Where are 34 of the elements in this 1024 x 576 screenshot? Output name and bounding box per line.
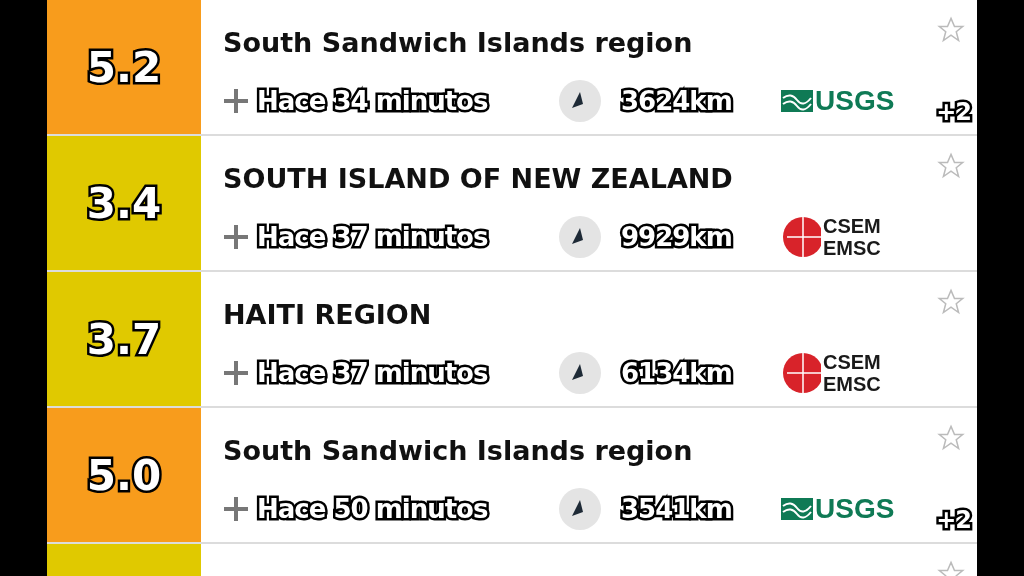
star-icon[interactable] [937, 424, 965, 452]
more-sources-count: +2 [936, 505, 971, 536]
star-icon[interactable] [937, 16, 965, 44]
plus-icon [223, 88, 249, 114]
place-name: South Sandwich Islands region [223, 26, 693, 60]
magnitude-value: 5.0 [86, 449, 162, 502]
place-name: SOUTH ISLAND OF NEW ZEALAND [223, 162, 733, 196]
agency-logo: USGS [781, 495, 895, 523]
distance: 3541km [621, 492, 735, 526]
plus-icon [223, 496, 249, 522]
time-ago: Hace 34 minutos [257, 84, 491, 118]
agency-logo: CSEM EMSC [781, 349, 881, 397]
distance: 9929km [621, 220, 735, 254]
magnitude-value: 3.7 [86, 313, 162, 366]
star-icon[interactable] [937, 288, 965, 316]
distance: 3624km [621, 84, 735, 118]
compass-icon [559, 488, 601, 530]
plus-icon [223, 360, 249, 386]
agency-logo: USGS [781, 87, 895, 115]
distance: 6134km [621, 356, 735, 390]
compass-icon [559, 80, 601, 122]
time-ago: Hace 37 minutos [257, 356, 491, 390]
place-name: HAITI REGION [223, 298, 432, 332]
agency-logo: CSEM EMSC [781, 213, 881, 261]
more-sources-count: +2 [936, 97, 971, 128]
compass-icon [559, 352, 601, 394]
plus-icon [223, 224, 249, 250]
compass-icon [559, 216, 601, 258]
place-name: South Sandwich Islands region [223, 434, 693, 468]
star-icon[interactable] [937, 152, 965, 180]
time-ago: Hace 37 minutos [257, 220, 491, 254]
magnitude-value: 3.4 [86, 177, 162, 230]
time-ago: Hace 50 minutos [257, 492, 491, 526]
magnitude-value: 5.2 [86, 41, 162, 94]
